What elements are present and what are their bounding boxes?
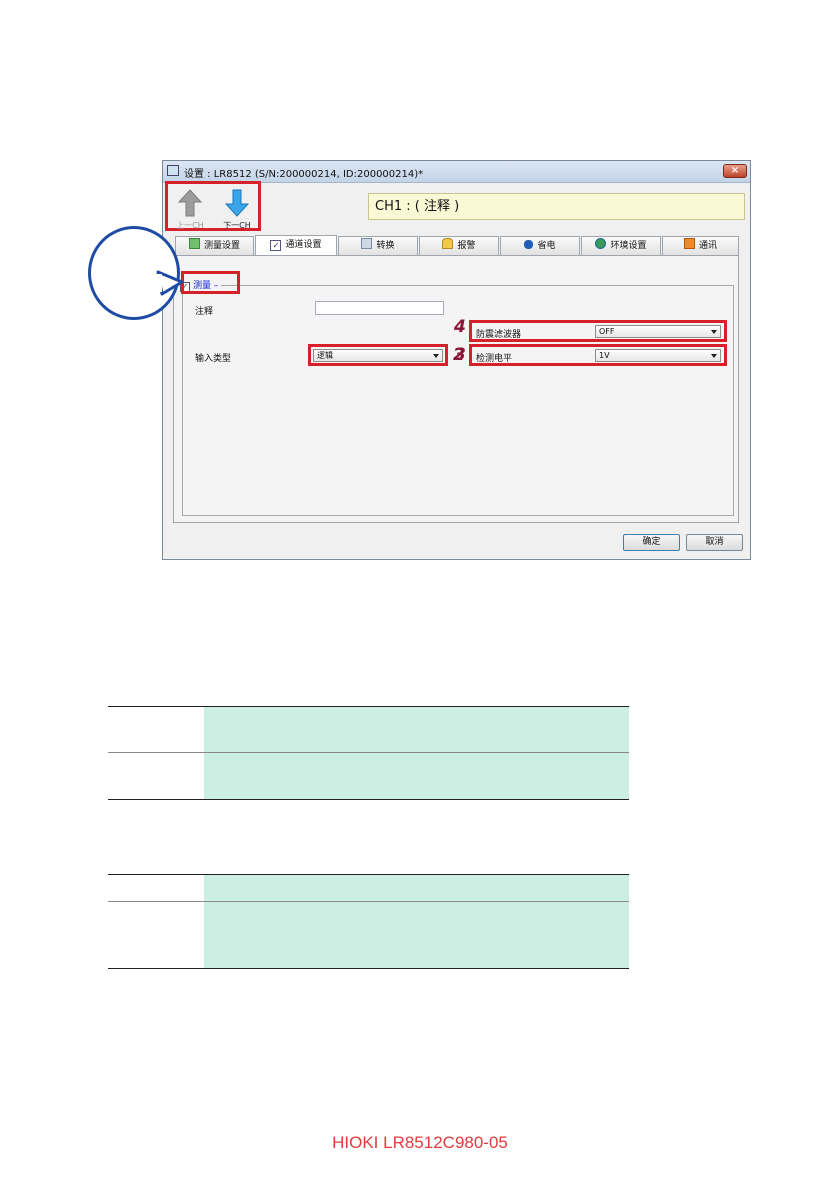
settings-dialog: 设置 : LR8512 (S/N:200000214, ID:200000214… bbox=[162, 160, 751, 560]
tab-alarm[interactable]: 报警 bbox=[419, 236, 499, 255]
next-channel-label: 下一CH bbox=[223, 221, 251, 230]
globe-icon bbox=[595, 238, 607, 249]
tab-label: 省电 bbox=[537, 241, 556, 251]
marker-3: 3 bbox=[454, 345, 466, 365]
title-bar: 设置 : LR8512 (S/N:200000214, ID:200000214… bbox=[163, 161, 750, 183]
tab-channel-settings[interactable]: ✓ 通道设置 bbox=[255, 235, 337, 256]
filter-label: 防震滤波器 bbox=[476, 330, 522, 340]
tab-power-saving[interactable]: 省电 bbox=[500, 236, 580, 255]
checkbox-icon: ✓ bbox=[270, 240, 282, 251]
table-cell bbox=[204, 707, 629, 752]
ok-button[interactable]: 确定 bbox=[623, 534, 680, 551]
bluetooth-icon bbox=[524, 240, 534, 249]
table-cell bbox=[204, 875, 629, 901]
window-title: 设置 : LR8512 (S/N:200000214, ID:200000214… bbox=[184, 169, 424, 180]
callout-pointer bbox=[150, 270, 184, 296]
prev-channel-label: 上一CH bbox=[176, 221, 204, 230]
bell-icon bbox=[442, 238, 454, 249]
tab-label: 报警 bbox=[457, 241, 476, 251]
rss-icon bbox=[683, 238, 695, 249]
input-type-label: 输入类型 bbox=[195, 354, 232, 364]
close-button[interactable]: × bbox=[723, 164, 747, 178]
table-cell bbox=[204, 902, 629, 968]
tab-label: 测量设置 bbox=[203, 241, 240, 251]
level-select[interactable]: 1V bbox=[595, 349, 721, 362]
input-type-value: 逻辑 bbox=[317, 351, 333, 360]
level-value: 1V bbox=[599, 351, 610, 360]
arrow-up-icon bbox=[177, 189, 203, 217]
table-cell bbox=[204, 753, 629, 799]
tab-label: 通讯 bbox=[698, 241, 717, 251]
marker-4: 4 bbox=[454, 317, 466, 337]
comment-label: 注释 bbox=[195, 307, 214, 317]
tab-label: 环境设置 bbox=[610, 241, 647, 251]
tab-measure-settings[interactable]: 测量设置 bbox=[175, 236, 254, 255]
tab-label: 通道设置 bbox=[285, 240, 322, 250]
document-footer: HIOKI LR8512C980-05 bbox=[332, 1133, 508, 1152]
dropdown-arrow-icon bbox=[433, 354, 439, 358]
dropdown-arrow-icon bbox=[711, 354, 717, 358]
table-rule bbox=[108, 799, 629, 800]
comment-input[interactable] bbox=[315, 301, 444, 315]
app-window-icon bbox=[167, 165, 179, 176]
cancel-button[interactable]: 取消 bbox=[686, 534, 743, 551]
channel-settings-panel bbox=[173, 255, 739, 523]
tab-environment[interactable]: 环境设置 bbox=[581, 236, 661, 255]
next-channel-button[interactable]: 下一CH bbox=[218, 187, 256, 231]
arrow-down-icon bbox=[224, 189, 250, 217]
tab-label: 转换 bbox=[376, 241, 395, 251]
table-icon bbox=[361, 238, 373, 249]
dropdown-arrow-icon bbox=[711, 330, 717, 334]
tab-bar: 测量设置 ✓ 通道设置 转换 报警 省电 环境设置 通讯 bbox=[175, 235, 739, 256]
filter-value: OFF bbox=[599, 327, 615, 336]
level-label: 检测电平 bbox=[476, 354, 513, 364]
input-type-select[interactable]: 逻辑 bbox=[313, 349, 443, 362]
prev-channel-button[interactable]: 上一CH bbox=[171, 187, 209, 231]
filter-select[interactable]: OFF bbox=[595, 325, 721, 338]
tab-communication[interactable]: 通讯 bbox=[662, 236, 739, 255]
measure-icon bbox=[188, 238, 200, 249]
tab-conversion[interactable]: 转换 bbox=[338, 236, 418, 255]
channel-name-display: CH1 : ( 注释 ) bbox=[368, 193, 745, 220]
table-rule bbox=[108, 968, 629, 969]
